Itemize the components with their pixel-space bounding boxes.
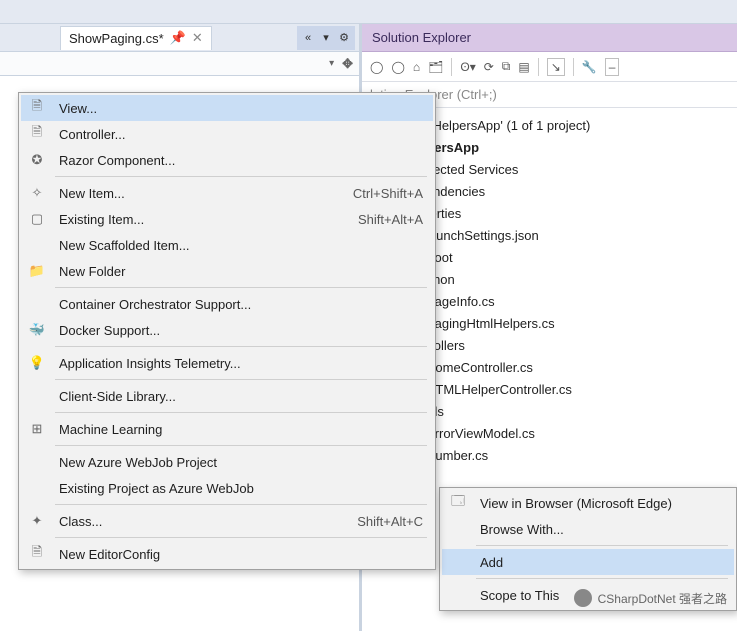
move-icon[interactable]: ✥ [342, 56, 353, 72]
nav-bar: ▾ ✥ [0, 52, 359, 76]
pin-icon[interactable]: 📌 [170, 30, 186, 46]
docker-icon: 🐳 [27, 322, 47, 338]
new-item-icon: ✧ [27, 185, 47, 201]
switch-view-icon[interactable]: 🗂 [428, 60, 443, 74]
menu-appinsights[interactable]: 💡Application Insights Telemetry... [21, 350, 433, 376]
show-all-icon[interactable]: ▤ [518, 60, 529, 74]
refresh-icon[interactable]: ⟳ [484, 60, 494, 74]
panel-title: Solution Explorer [362, 24, 737, 52]
file-tab-label: ShowPaging.cs* [69, 31, 164, 46]
properties-icon[interactable]: 🔧 [582, 60, 597, 74]
menu-editorconfig[interactable]: 🗎New EditorConfig [21, 541, 433, 567]
dropdown-icon[interactable]: ▾ [319, 31, 333, 44]
menu-ml[interactable]: ⊞Machine Learning [21, 416, 433, 442]
collapse-icon[interactable]: ⧉ [502, 59, 511, 74]
menu-clientlib[interactable]: Client-Side Library... [21, 383, 433, 409]
menu-scope[interactable]: Scope to This [442, 582, 734, 608]
razor-icon: ✪ [27, 152, 47, 168]
menu-azure-existing[interactable]: Existing Project as Azure WebJob [21, 475, 433, 501]
gear-icon[interactable]: ⚙ [337, 31, 351, 44]
menu-new-item[interactable]: ✧New Item...Ctrl+Shift+A [21, 180, 433, 206]
menu-browse-with[interactable]: Browse With... [442, 516, 734, 542]
existing-item-icon: ▢ [27, 211, 47, 227]
solution-context-menu: 🗔View in Browser (Microsoft Edge) Browse… [439, 487, 737, 611]
menu-docker[interactable]: 🐳Docker Support... [21, 317, 433, 343]
class-icon: ✦ [27, 513, 47, 529]
menu-azure-new[interactable]: New Azure WebJob Project [21, 449, 433, 475]
menu-add[interactable]: Add [442, 549, 734, 575]
menu-razor[interactable]: ✪Razor Component... [21, 147, 433, 173]
menu-controller[interactable]: 🗎Controller... [21, 121, 433, 147]
sync-icon[interactable]: ↘ [547, 58, 565, 76]
folder-new-icon: 📁 [27, 263, 47, 279]
close-icon[interactable]: ✕ [192, 30, 203, 46]
editorconfig-icon: 🗎 [27, 543, 47, 565]
document-tab-row: ShowPaging.cs* 📌 ✕ « ▾ ⚙ [0, 24, 359, 52]
mode-icon[interactable]: – [605, 58, 620, 76]
controller-icon: 🗎 [27, 123, 47, 145]
top-strip [0, 0, 737, 24]
home-icon[interactable]: ⌂ [413, 60, 420, 74]
add-context-menu: 🗎View... 🗎Controller... ✪Razor Component… [18, 92, 436, 570]
file-tab[interactable]: ShowPaging.cs* 📌 ✕ [60, 26, 212, 50]
menu-orchestrator[interactable]: Container Orchestrator Support... [21, 291, 433, 317]
panel-toolbar: ◯ ◯ ⌂ 🗂 ʘ▾ ⟳ ⧉ ▤ ↘ 🔧 – [362, 52, 737, 82]
tab-tools: « ▾ ⚙ [297, 26, 355, 50]
ml-icon: ⊞ [27, 421, 47, 437]
back-icon[interactable]: ◯ [370, 60, 383, 74]
view-icon: 🗎 [27, 97, 47, 119]
forward-icon[interactable]: ◯ [391, 60, 404, 74]
nav-dropdown-icon[interactable]: ▾ [329, 58, 334, 69]
menu-view[interactable]: 🗎View... [21, 95, 433, 121]
menu-view-browser[interactable]: 🗔View in Browser (Microsoft Edge) [442, 490, 734, 516]
menu-new-folder[interactable]: 📁New Folder [21, 258, 433, 284]
menu-class[interactable]: ✦Class...Shift+Alt+C [21, 508, 433, 534]
menu-scaffolded[interactable]: New Scaffolded Item... [21, 232, 433, 258]
menu-existing-item[interactable]: ▢Existing Item...Shift+Alt+A [21, 206, 433, 232]
filter-icon[interactable]: ʘ▾ [460, 60, 475, 74]
overflow-icon[interactable]: « [301, 32, 315, 44]
browser-icon: 🗔 [448, 492, 468, 514]
insights-icon: 💡 [27, 355, 47, 371]
